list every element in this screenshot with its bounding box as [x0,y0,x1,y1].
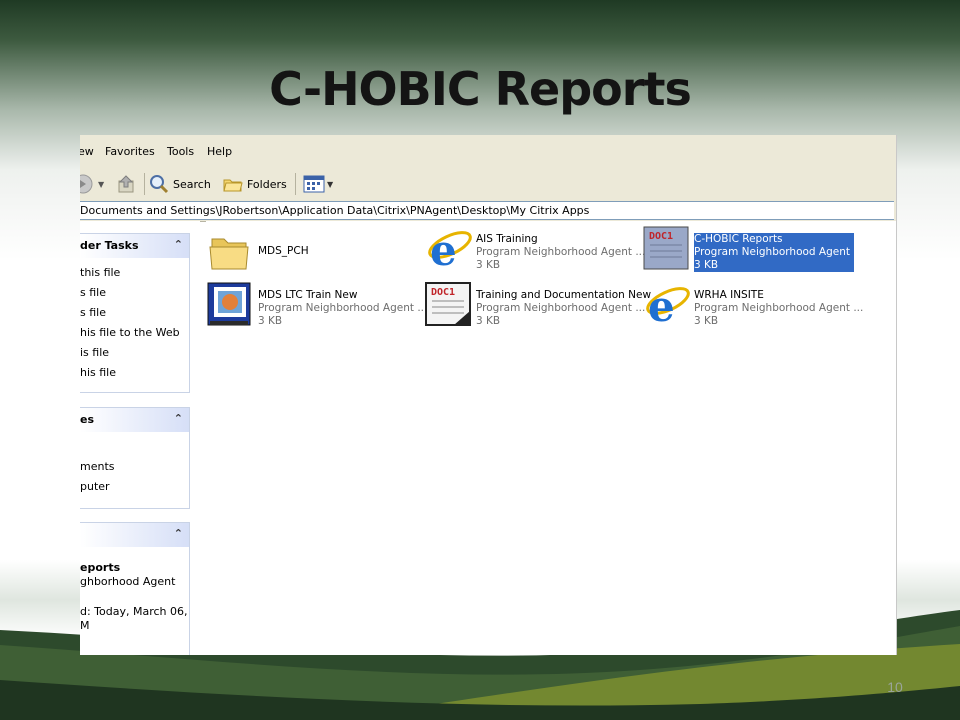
file-description: Program Neighborhood Agent ... [258,302,428,314]
file-name: C-HOBIC Reports [694,233,783,245]
toolbar-separator [144,173,145,195]
file-name: Training and Documentation New [476,289,652,301]
address-bar: Documents and Settings\JRobertson\Applic… [80,199,896,222]
document-icon: DOC1 [425,282,471,326]
details-time: M [80,619,90,632]
file-size: 3 KB [694,315,719,327]
views-dropdown-icon: ▼ [327,179,334,189]
file-item-training-documentation-new[interactable]: DOC1 Training and Documentation New Prog… [424,281,651,331]
file-item-wrha-insite[interactable]: e WRHA INSITE Program Neighborhood Agent… [642,281,863,331]
file-tasks-panel: der Tasks ⌃ this file s file s file his … [80,233,190,393]
file-item-ais-training[interactable]: e AIS Training Program Neighborhood Agen… [424,225,645,275]
file-size: 3 KB [476,315,501,327]
ie-icon: e [646,282,690,329]
place-link[interactable]: ments [80,460,115,473]
file-tasks-title: der Tasks [80,239,139,252]
task-link[interactable]: this file [80,266,120,279]
file-description: Program Neighborhood Agent ... [476,246,646,258]
details-name: eports [80,561,121,574]
other-places-title: es [80,413,95,426]
file-name: MDS LTC Train New [258,289,358,301]
folders-label: Folders [247,177,287,191]
details-modified: d: Today, March 06, [80,605,188,618]
forward-arrow-icon [80,174,93,194]
other-places-header[interactable]: es ⌃ [80,408,189,432]
up-folder-button[interactable] [116,171,138,197]
task-link[interactable]: s file [80,286,106,299]
svg-text:e: e [430,226,457,273]
file-item-c-hobic-reports[interactable]: DOC1 C-HOBIC Reports Program Neighborhoo… [642,225,864,275]
forward-dropdown-icon: ▼ [98,179,105,189]
details-type: ghborhood Agent [80,575,176,588]
collapse-chevron-icon[interactable]: ⌃ [174,527,183,540]
menu-help[interactable]: Help [207,145,232,158]
file-item-mds-ltc-train-new[interactable]: MDS LTC Train New Program Neighborhood A… [206,281,427,331]
up-folder-icon [118,175,134,193]
collapse-chevron-icon[interactable]: ⌃ [174,412,183,425]
file-tasks-header[interactable]: der Tasks ⌃ [80,234,189,258]
menu-view[interactable]: ew [80,145,94,158]
file-name: AIS Training [476,233,538,245]
file-name: WRHA INSITE [694,289,764,301]
toolbar-separator [295,173,296,195]
toolbar: ▼ Search Folders ▼ [80,169,896,200]
explorer-window: ew Favorites Tools Help ▼ Search [80,135,897,655]
file-name: MDS_PCH [258,245,309,257]
file-size: 3 KB [258,315,283,327]
collapse-chevron-icon[interactable]: ⌃ [174,238,183,251]
task-pane: der Tasks ⌃ this file s file s file his … [80,221,200,655]
menu-tools[interactable]: Tools [167,145,194,158]
search-label: Search [173,177,211,191]
search-button[interactable]: Search [148,171,211,197]
task-link[interactable]: his file [80,366,116,379]
slide-title: C-HOBIC Reports [269,62,692,116]
app-window-icon [207,282,251,326]
other-places-panel: es ⌃ ments puter [80,407,190,509]
folders-icon [223,179,243,192]
address-field[interactable]: Documents and Settings\JRobertson\Applic… [80,201,894,220]
svg-text:DOC1: DOC1 [649,231,673,242]
svg-text:DOC1: DOC1 [431,287,455,298]
svg-text:e: e [648,282,675,329]
document-icon: DOC1 [643,226,689,270]
details-header[interactable]: ⌃ [80,523,189,547]
menu-favorites[interactable]: Favorites [105,145,155,158]
page-number: 10 [887,679,903,695]
search-icon [150,175,169,194]
folders-button[interactable]: Folders [222,171,287,197]
task-link[interactable]: is file [80,346,109,359]
views-button[interactable]: ▼ [302,171,333,197]
file-description: Program Neighborhood Agent ... [476,302,646,314]
file-size: 3 KB [694,259,719,271]
file-item-mds-pch[interactable]: MDS_PCH [206,229,406,279]
file-description: Program Neighborhood Agent ... [694,302,864,314]
views-icon [303,175,325,193]
details-panel: ⌃ eports ghborhood Agent d: Today, March… [80,522,190,655]
forward-button[interactable]: ▼ [80,171,104,197]
folder-icon [209,238,249,270]
file-description: Program Neighborhood Agent ... [694,246,864,258]
task-link[interactable]: his file to the Web [80,326,180,339]
task-link[interactable]: s file [80,306,106,319]
menu-bar: ew Favorites Tools Help [80,135,896,170]
place-link[interactable]: puter [80,480,110,493]
file-list: MDS_PCH e AIS Training Program Neighborh… [206,221,896,655]
file-size: 3 KB [476,259,501,271]
ie-icon: e [428,226,472,273]
